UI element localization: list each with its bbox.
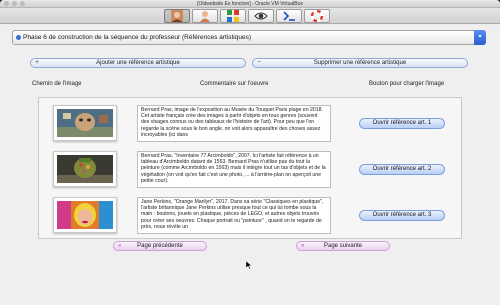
mouse-cursor-icon [246, 261, 252, 269]
previous-page-label: Page précédente [137, 243, 183, 249]
add-reference-button[interactable]: + Ajouter une référence artistique [30, 58, 246, 68]
terminal-tab-button[interactable] [276, 9, 302, 23]
reference-thumbnail-2 [53, 151, 117, 187]
open-reference-3-button[interactable]: Ouvrir référence art. 3 [359, 210, 445, 221]
reference-thumbnail-3 [53, 197, 117, 233]
artwork-image-3 [57, 201, 113, 229]
app-window: [Oldwebsite Ex fonction] - Oracle VM Vir… [0, 0, 500, 305]
reference-list: Bernard Pras, image de l'exposition au M… [38, 97, 462, 239]
lifebuoy-icon [311, 10, 323, 22]
window-title: [Oldwebsite Ex fonction] - Oracle VM Vir… [197, 1, 303, 7]
back-arrow-icon: « [118, 243, 122, 249]
main-panel: Phase 6 de construction de la séquence d… [0, 25, 500, 305]
next-page-button[interactable]: « Page suivante [296, 241, 390, 251]
help-tab-button[interactable] [304, 9, 330, 23]
eye-tab-button[interactable] [248, 9, 274, 23]
reference-row-1: Bernard Pras, image de l'exposition au M… [39, 102, 461, 146]
previous-page-button[interactable]: « Page précédente [113, 241, 207, 251]
reference-row-3: Jane Perkins, "Orange Marilyn", 2017. Da… [39, 194, 461, 238]
person-icon [200, 11, 210, 22]
minus-icon: − [257, 59, 262, 66]
column-header-comment: Commentaire sur l'oeuvre [200, 81, 269, 87]
reference-description-3[interactable]: Jane Perkins, "Orange Marilyn", 2017. Da… [137, 197, 331, 234]
next-page-label: Page suivante [323, 243, 363, 249]
plus-icon: + [35, 59, 40, 66]
column-header-path: Chemin de l'image [32, 81, 82, 87]
reference-description-2[interactable]: Bernard Pras, "Inventaire 77 Arcimboldo"… [137, 151, 331, 188]
user-tab-button[interactable] [164, 9, 190, 23]
reference-row-2: Bernard Pras, "Inventaire 77 Arcimboldo"… [39, 148, 461, 192]
phase-select-value: Phase 6 de construction de la séquence d… [23, 34, 251, 41]
puzzle-tab-button[interactable] [220, 9, 246, 23]
reference-thumbnail-1 [53, 105, 117, 141]
person-portrait-icon [171, 10, 183, 22]
artwork-image-1 [57, 109, 113, 137]
toolbar [0, 8, 500, 24]
title-bar: [Oldwebsite Ex fonction] - Oracle VM Vir… [0, 0, 500, 8]
remove-reference-label: Supprimer une référence artistique [313, 60, 407, 66]
forward-arrow-icon: « [301, 243, 305, 249]
phase-bullet-icon [16, 35, 21, 40]
open-reference-2-button[interactable]: Ouvrir référence art. 2 [359, 164, 445, 175]
person-tab-button[interactable] [192, 9, 218, 23]
chevron-down-icon[interactable]: ▾ [474, 30, 486, 45]
puzzle-icon [227, 10, 239, 22]
eye-icon [254, 12, 268, 20]
terminal-icon [282, 11, 295, 21]
column-header-button: Bouton pour charger l'image [369, 81, 445, 87]
remove-reference-button[interactable]: − Supprimer une référence artistique [252, 58, 468, 68]
add-reference-label: Ajouter une référence artistique [96, 60, 180, 66]
artwork-image-2 [57, 155, 113, 183]
open-reference-1-button[interactable]: Ouvrir référence art. 1 [359, 118, 445, 129]
reference-description-1[interactable]: Bernard Pras, image de l'exposition au M… [137, 105, 331, 142]
phase-select[interactable]: Phase 6 de construction de la séquence d… [12, 30, 486, 45]
